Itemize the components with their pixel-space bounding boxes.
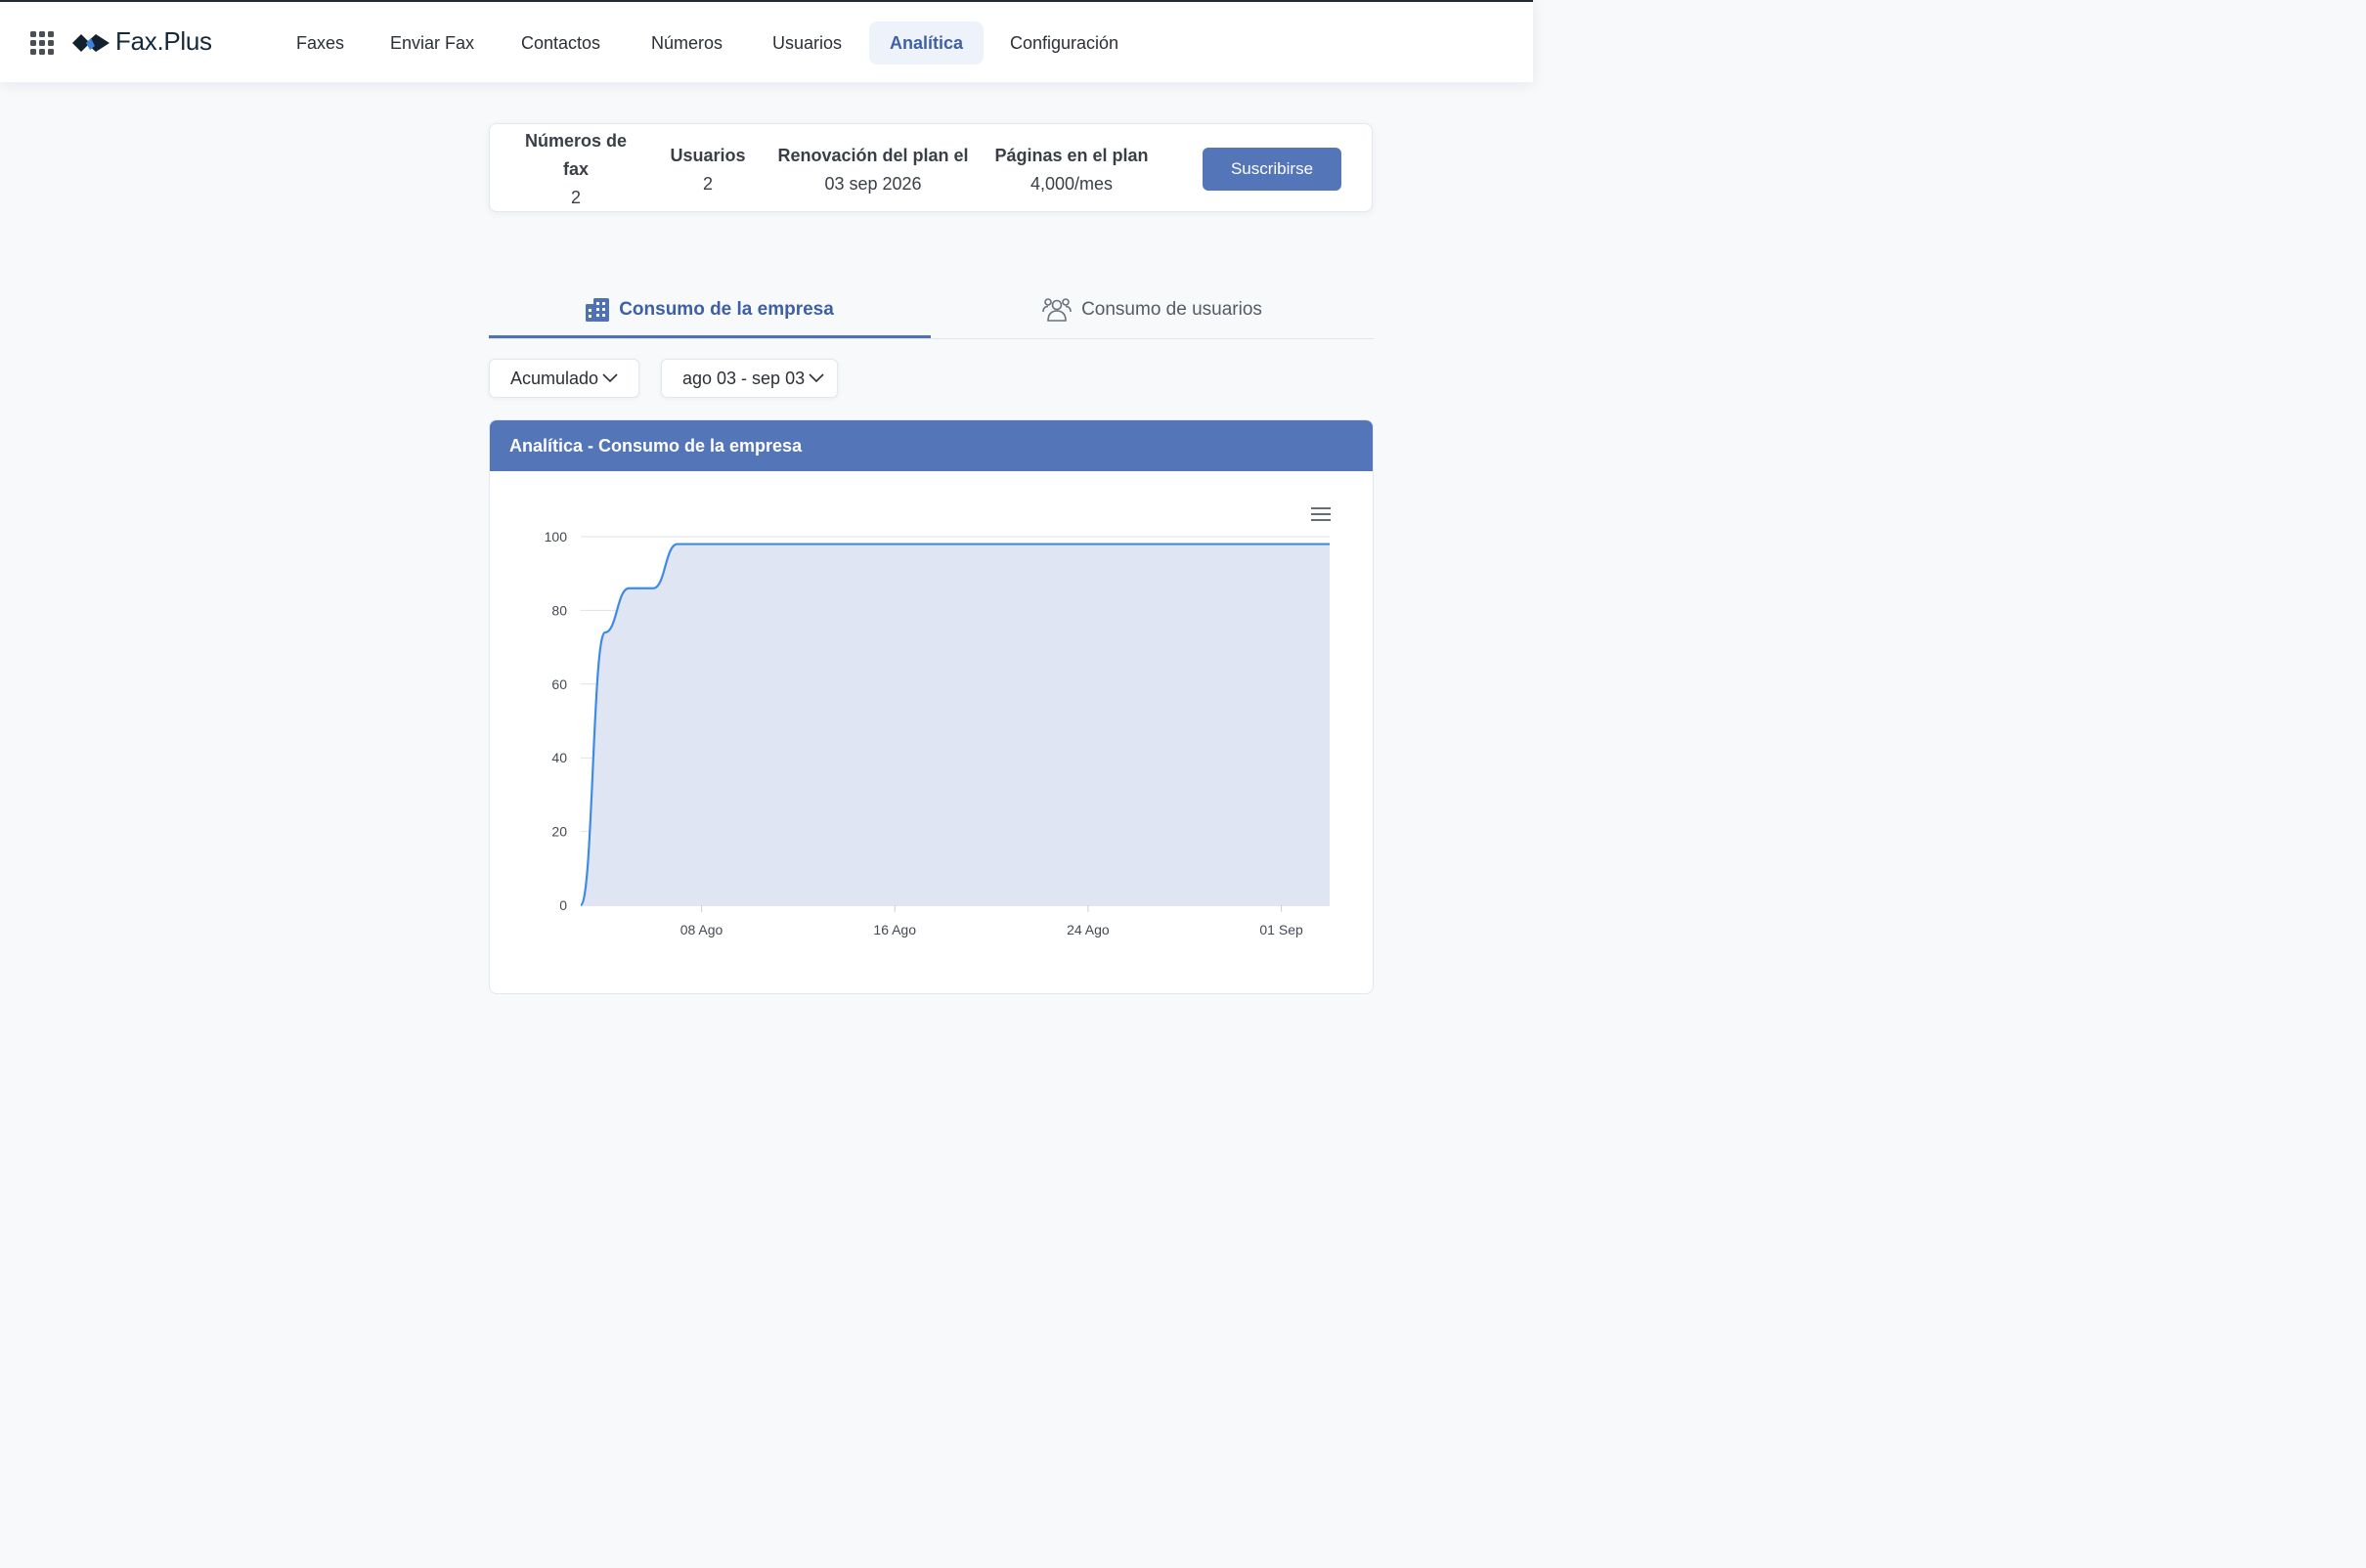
pages-value: 4,000/mes: [1030, 174, 1114, 194]
plan-summary-card: Números de fax 2 Usuarios 2 Renovación d…: [489, 123, 1373, 212]
x-tick-label: 16 Ago: [873, 922, 916, 937]
renewal-label: Renovación del plan el: [777, 146, 969, 165]
mode-dropdown-value: Acumulado: [510, 368, 599, 388]
renewal-stat: Renovación del plan el 03 sep 2026: [771, 142, 975, 198]
building-icon: [586, 297, 610, 322]
users-label: Usuarios: [670, 146, 746, 165]
pages-label: Páginas en el plan: [994, 146, 1149, 165]
nav-contacts[interactable]: Contactos: [501, 22, 621, 65]
y-tick-label: 100: [545, 529, 568, 544]
y-tick-label: 0: [559, 897, 567, 913]
fax-numbers-stat: Números de fax 2: [511, 127, 640, 212]
chevron-down-icon: [809, 373, 824, 383]
top-navigation-bar: Fax.Plus Faxes Enviar Fax Contactos Núme…: [0, 0, 1533, 82]
consumption-area-chart: 0 20 40 60 80 100 08 Ago 16 Ago 24 Ago 01 Sep: [545, 529, 1330, 937]
tab-user-consumption[interactable]: Consumo de usuarios: [931, 283, 1374, 336]
consumption-tabs: Consumo de la empresa Consumo de usuario…: [489, 283, 1374, 339]
chevron-down-icon: [602, 373, 618, 383]
fax-numbers-label: Números de fax: [524, 131, 628, 179]
x-tick-label: 01 Sep: [1259, 922, 1303, 937]
y-tick-label: 80: [551, 602, 567, 618]
nav-numbers[interactable]: Números: [631, 22, 743, 65]
y-tick-label: 20: [551, 824, 567, 840]
tab-company-label: Consumo de la empresa: [619, 298, 834, 320]
mode-dropdown[interactable]: Acumulado: [489, 359, 639, 398]
fax-numbers-value: 2: [570, 188, 581, 207]
y-tick-label: 40: [551, 750, 567, 765]
x-tick-label: 08 Ago: [680, 922, 723, 937]
logo-text[interactable]: Fax.Plus: [115, 26, 212, 57]
apps-grid-icon[interactable]: [30, 31, 54, 55]
tab-users-label: Consumo de usuarios: [1081, 299, 1262, 320]
panel-title: Analítica - Consumo de la empresa: [490, 420, 1373, 471]
users-icon: [1042, 298, 1072, 322]
tab-company-consumption[interactable]: Consumo de la empresa: [489, 283, 931, 338]
nav-settings[interactable]: Configuración: [989, 22, 1139, 65]
subscribe-button[interactable]: Suscribirse: [1203, 148, 1341, 191]
pages-stat: Páginas en el plan 4,000/mes: [986, 142, 1157, 198]
renewal-value: 03 sep 2026: [824, 174, 922, 194]
analytics-panel: Analítica - Consumo de la empresa 0 20 40 6…: [489, 419, 1374, 994]
users-value: 2: [702, 174, 713, 194]
x-tick-label: 24 Ago: [1067, 922, 1110, 937]
date-range-value: ago 03 - sep 03: [682, 368, 806, 388]
y-tick-label: 60: [551, 676, 567, 692]
nav-users[interactable]: Usuarios: [752, 22, 862, 65]
nav-faxes[interactable]: Faxes: [276, 22, 365, 65]
series-area: [581, 544, 1330, 905]
users-stat: Usuarios 2: [656, 142, 760, 198]
date-range-dropdown[interactable]: ago 03 - sep 03: [661, 359, 838, 398]
nav-analytics[interactable]: Analítica: [869, 22, 985, 65]
nav-send-fax[interactable]: Enviar Fax: [370, 22, 495, 65]
fax-plus-logo-icon[interactable]: [72, 32, 110, 54]
